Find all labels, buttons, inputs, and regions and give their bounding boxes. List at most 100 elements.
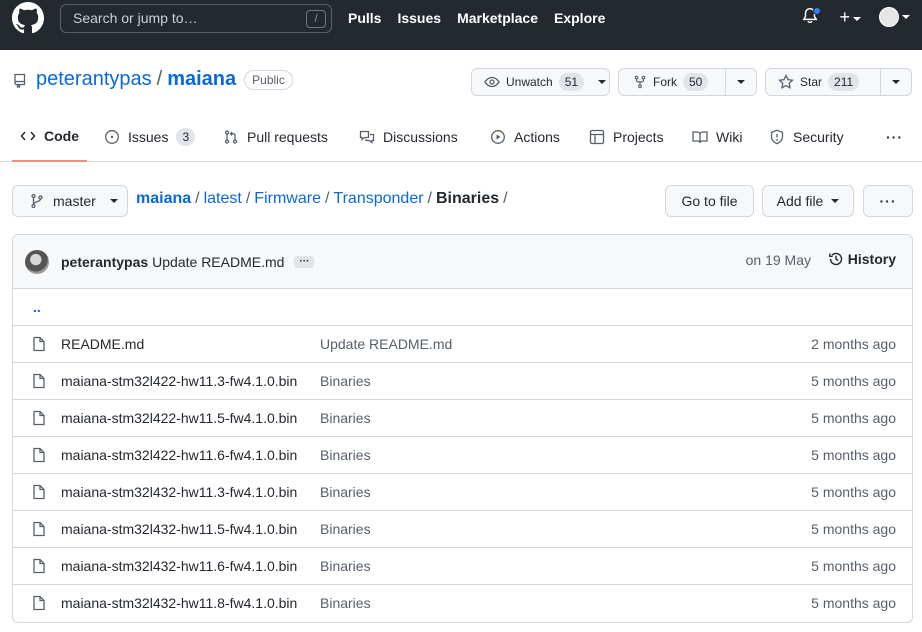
nav-issues[interactable]: Issues	[397, 10, 441, 26]
history-link[interactable]: History	[828, 251, 896, 267]
file-name-link[interactable]: README.md	[61, 336, 144, 352]
kebab-horizontal-icon: ···	[886, 129, 903, 145]
file-commit-message-link[interactable]: Binaries	[320, 521, 371, 537]
tabs-overflow-button[interactable]: ···	[886, 112, 903, 162]
header-actions: +	[801, 6, 910, 28]
breadcrumb-firmware-link[interactable]: Firmware	[254, 190, 321, 207]
star-button[interactable]: Star 211	[766, 69, 880, 95]
file-name-link[interactable]: maiana-stm32l422-hw11.3-fw4.1.0.bin	[61, 373, 297, 389]
avatar[interactable]	[25, 249, 49, 274]
file-row: README.md Update README.md 2 months ago	[13, 326, 912, 363]
file-icon	[33, 373, 45, 389]
repo-title: peterantypas / maiana Public	[12, 68, 293, 91]
file-commit-message-link[interactable]: Binaries	[320, 410, 371, 426]
chevron-down-icon	[831, 199, 840, 203]
file-row: maiana-stm32l422-hw11.3-fw4.1.0.bin Binar…	[13, 363, 912, 400]
repo-icon	[14, 73, 26, 88]
tab-pull-requests[interactable]: Pull requests	[223, 112, 328, 162]
file-commit-age: 5 months ago	[811, 484, 896, 500]
file-commit-message-link[interactable]: Binaries	[320, 484, 371, 500]
user-menu[interactable]	[879, 7, 910, 27]
add-file-button[interactable]: Add file	[762, 185, 854, 217]
branch-icon	[31, 193, 43, 209]
tab-actions[interactable]: Actions	[490, 112, 560, 162]
breadcrumb-separator: /	[427, 190, 432, 207]
star-label: Star	[800, 75, 823, 89]
breadcrumb-transponder-link[interactable]: Transponder	[333, 190, 423, 207]
unwatch-button[interactable]: Unwatch 51	[471, 68, 610, 96]
tab-code[interactable]: Code	[12, 112, 87, 162]
commit-author-link[interactable]: peterantypas	[61, 254, 148, 270]
search-shortcut-hint: /	[306, 10, 326, 28]
file-name-link[interactable]: maiana-stm32l432-hw11.5-fw4.1.0.bin	[61, 521, 297, 537]
visibility-badge: Public	[244, 69, 293, 90]
file-commit-message-link[interactable]: Binaries	[320, 595, 371, 611]
create-new-menu[interactable]: +	[839, 7, 861, 28]
notifications-bell-icon[interactable]	[801, 6, 822, 28]
tab-label: Code	[44, 128, 79, 144]
breadcrumb-latest-link[interactable]: latest	[204, 190, 242, 207]
kebab-horizontal-icon: ···	[879, 193, 897, 209]
history-label: History	[847, 251, 896, 267]
fork-dropdown[interactable]	[724, 69, 756, 95]
star-dropdown[interactable]	[879, 69, 912, 95]
fork-count: 50	[683, 73, 709, 91]
tab-issues[interactable]: Issues 3	[104, 112, 196, 162]
branch-selector[interactable]: master	[12, 185, 128, 217]
tab-label: Issues	[128, 129, 169, 145]
repo-owner-link[interactable]: peterantypas	[36, 68, 152, 91]
file-icon	[33, 447, 45, 463]
parent-directory-link[interactable]: ..	[13, 289, 912, 326]
commit-expand-button[interactable]: ···	[294, 255, 315, 268]
file-commit-message-link[interactable]: Binaries	[320, 373, 371, 389]
file-name-link[interactable]: maiana-stm32l432-hw11.6-fw4.1.0.bin	[61, 558, 297, 574]
nav-explore[interactable]: Explore	[554, 10, 605, 26]
tab-label: Actions	[514, 129, 560, 145]
file-icon	[33, 336, 45, 352]
code-icon	[20, 131, 36, 141]
nav-pulls[interactable]: Pulls	[348, 10, 381, 26]
file-row: maiana-stm32l432-hw11.3-fw4.1.0.bin Binar…	[13, 474, 912, 511]
file-name-link[interactable]: maiana-stm32l432-hw11.3-fw4.1.0.bin	[61, 484, 297, 500]
file-commit-age: 2 months ago	[811, 336, 896, 352]
repo-name-link[interactable]: maiana	[167, 68, 236, 91]
file-rows: README.md Update README.md 2 months ago mai…	[13, 326, 912, 622]
tab-projects[interactable]: Projects	[589, 112, 664, 162]
fork-button-group: Fork 50	[618, 68, 757, 96]
tab-discussions[interactable]: Discussions	[359, 112, 458, 162]
fork-button[interactable]: Fork 50	[619, 69, 725, 95]
eye-icon	[484, 76, 500, 88]
breadcrumb-separator: /	[195, 190, 200, 207]
file-name-link[interactable]: maiana-stm32l422-hw11.5-fw4.1.0.bin	[61, 410, 297, 426]
notification-dot	[813, 7, 822, 15]
file-commit-age: 5 months ago	[811, 595, 896, 611]
file-icon	[33, 410, 45, 426]
watchers-count: 51	[558, 73, 585, 91]
file-row: maiana-stm32l422-hw11.6-fw4.1.0.bin Binar…	[13, 437, 912, 474]
file-name-link[interactable]: maiana-stm32l422-hw11.6-fw4.1.0.bin	[61, 447, 297, 463]
issue-icon	[105, 130, 119, 144]
file-icon	[33, 521, 45, 537]
file-listing: peterantypas Update README.md ··· on 19 …	[12, 234, 913, 623]
file-commit-message-link[interactable]: Binaries	[320, 558, 371, 574]
tab-label: Security	[793, 129, 844, 145]
nav-marketplace[interactable]: Marketplace	[457, 10, 538, 26]
file-commit-message-link[interactable]: Update README.md	[320, 336, 452, 352]
search-placeholder: Search or jump to…	[73, 10, 198, 26]
tab-wiki[interactable]: Wiki	[692, 112, 742, 162]
file-row: maiana-stm32l432-hw11.8-fw4.1.0.bin Binar…	[13, 585, 912, 622]
history-icon	[828, 252, 842, 266]
breadcrumb-repo-link[interactable]: maiana	[136, 190, 191, 207]
more-options-button[interactable]: ···	[863, 185, 913, 217]
file-commit-message-link[interactable]: Binaries	[320, 447, 371, 463]
file-name-link[interactable]: maiana-stm32l432-hw11.8-fw4.1.0.bin	[61, 595, 297, 611]
breadcrumb-current: Binaries	[436, 190, 500, 207]
unwatch-label: Unwatch	[506, 75, 553, 89]
commit-message-link[interactable]: Update README.md	[152, 254, 284, 270]
github-logo-icon[interactable]	[12, 2, 44, 34]
file-icon	[33, 484, 45, 500]
repo-separator: /	[156, 68, 163, 90]
tab-security[interactable]: Security	[769, 112, 844, 162]
go-to-file-button[interactable]: Go to file	[665, 185, 754, 217]
search-input[interactable]: Search or jump to… /	[60, 4, 332, 33]
